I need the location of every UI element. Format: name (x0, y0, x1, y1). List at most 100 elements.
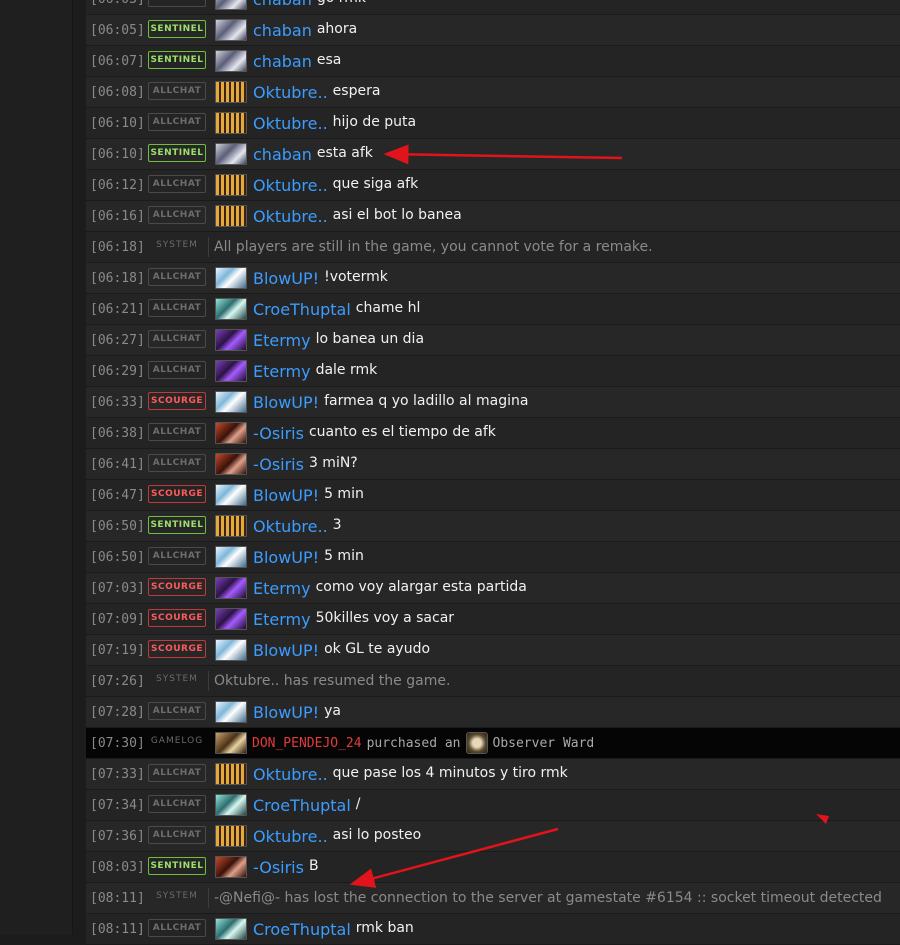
player-name[interactable]: Oktubre.. (253, 83, 328, 102)
channel-badge: ALLCHAT (148, 82, 206, 100)
chat-message: chame hl (355, 299, 421, 316)
hero-avatar-icon[interactable] (215, 50, 247, 72)
player-name[interactable]: Etermy (253, 331, 311, 350)
channel-badge: ALLCHAT (148, 206, 206, 224)
channel-badge: SCOURGE (148, 609, 206, 627)
hero-avatar-icon[interactable] (215, 918, 247, 940)
hero-avatar-icon[interactable] (215, 112, 247, 134)
player-name[interactable]: Etermy (253, 610, 311, 629)
player-name[interactable]: CroeThuptal (253, 796, 351, 815)
hero-avatar-icon[interactable] (215, 856, 247, 878)
hero-avatar-icon[interactable] (215, 205, 247, 227)
system-message: -@Nefi@- has lost the connection to the … (214, 890, 882, 906)
player-name[interactable]: CroeThuptal (253, 300, 351, 319)
player-name[interactable]: DON_PENDEJO_24 (252, 736, 362, 751)
chat-message: como voy alargar esta partida (315, 578, 527, 595)
hero-avatar-icon[interactable] (215, 174, 247, 196)
player-name[interactable]: chaban (253, 21, 312, 40)
player-name[interactable]: Etermy (253, 362, 311, 381)
hero-avatar-icon[interactable] (215, 608, 247, 630)
player-name[interactable]: Oktubre.. (253, 114, 328, 133)
player-name[interactable]: BlowUP! (253, 641, 319, 660)
chat-content: Oktubre.. asi lo posteo (253, 827, 421, 846)
player-name[interactable]: Oktubre.. (253, 207, 328, 226)
chat-row: [06:08] ALLCHAT Oktubre.. espera (86, 77, 900, 108)
hero-avatar-icon[interactable] (215, 484, 247, 506)
chat-row: [07:09] SCOURGE Etermy 50killes voy a sacar (86, 604, 900, 635)
chat-row: [08:03] SENTINEL -Osiris B (86, 852, 900, 883)
chat-row: [06:05] SENTINEL chaban ahora (86, 15, 900, 46)
hero-avatar-icon[interactable] (215, 329, 247, 351)
player-name[interactable]: BlowUP! (253, 486, 319, 505)
channel-badge: ALLCHAT (148, 454, 206, 472)
chat-row: [07:03] SCOURGE Etermy como voy alargar est… (86, 573, 900, 604)
player-name[interactable]: -Osiris (253, 455, 304, 474)
hero-avatar-icon[interactable] (215, 143, 247, 165)
chat-row: [07:33] ALLCHAT Oktubre.. que pase los 4 mi… (86, 759, 900, 790)
hero-avatar-icon[interactable] (215, 360, 247, 382)
hero-avatar-icon[interactable] (215, 515, 247, 537)
chat-row: [06:50] SENTINEL Oktubre.. 3 (86, 511, 900, 542)
player-name[interactable]: chaban (253, 0, 312, 9)
hero-avatar-icon[interactable] (215, 763, 247, 785)
timestamp: [06:27] (90, 332, 145, 348)
hero-avatar-icon[interactable] (215, 577, 247, 599)
channel-badge: ALLCHAT (148, 330, 206, 348)
timestamp: [07:28] (90, 704, 145, 720)
chat-message: B (308, 857, 319, 874)
hero-avatar-icon[interactable] (215, 546, 247, 568)
hero-avatar-icon[interactable] (215, 267, 247, 289)
hero-avatar-icon[interactable] (215, 453, 247, 475)
hero-avatar-icon[interactable] (215, 391, 247, 413)
timestamp: [07:30] (90, 735, 145, 751)
player-name[interactable]: Etermy (253, 579, 311, 598)
chat-row: [06:03]ALLCHAT chaban go rmk (86, 0, 900, 15)
gamelog-row: [07:30] GAMELOG DON_PENDEJO_24 purchased an… (86, 728, 900, 759)
chat-message: lo banea un dia (315, 330, 425, 347)
chat-content: Oktubre.. espera (253, 83, 380, 102)
player-name[interactable]: Oktubre.. (253, 765, 328, 784)
player-name[interactable]: chaban (253, 52, 312, 71)
player-name[interactable]: chaban (253, 145, 312, 164)
hero-avatar-icon[interactable] (215, 422, 247, 444)
timestamp: [07:26] (90, 673, 145, 689)
chat-content: BlowUP! ok GL te ayudo (253, 641, 430, 660)
hero-avatar-icon[interactable] (215, 732, 247, 754)
system-row: [06:18] SYSTEM All players are still in th… (86, 232, 900, 263)
chat-message: farmea q yo ladillo al magina (324, 392, 529, 409)
player-name[interactable]: Oktubre.. (253, 827, 328, 846)
hero-avatar-icon[interactable] (215, 81, 247, 103)
player-name[interactable]: CroeThuptal (253, 920, 351, 939)
chat-row: [06:21] ALLCHAT CroeThuptal chame hl (86, 294, 900, 325)
hero-avatar-icon[interactable] (215, 0, 247, 10)
player-name[interactable]: BlowUP! (253, 393, 319, 412)
hero-avatar-icon[interactable] (215, 19, 247, 41)
channel-badge: ALLCHAT (148, 0, 206, 7)
timestamp: [06:21] (90, 301, 145, 317)
player-name[interactable]: -Osiris (253, 858, 304, 877)
channel-badge: SENTINEL (148, 857, 206, 875)
channel-badge: SYSTEM (156, 240, 198, 250)
channel-badge: ALLCHAT (148, 795, 206, 813)
player-name[interactable]: BlowUP! (253, 703, 319, 722)
player-name[interactable]: BlowUP! (253, 548, 319, 567)
channel-badge: ALLCHAT (148, 826, 206, 844)
chat-message: rmk ban (355, 919, 414, 936)
hero-avatar-icon[interactable] (215, 825, 247, 847)
player-name[interactable]: Oktubre.. (253, 517, 328, 536)
timestamp: [07:36] (90, 828, 145, 844)
timestamp: [06:08] (90, 84, 145, 100)
player-name[interactable]: -Osiris (253, 424, 304, 443)
gamelog-entry: DON_PENDEJO_24 purchased an Observer Ward (215, 732, 594, 754)
chat-content: chaban esta afk (253, 145, 373, 164)
hero-avatar-icon[interactable] (215, 701, 247, 723)
player-name[interactable]: Oktubre.. (253, 176, 328, 195)
player-name[interactable]: BlowUP! (253, 269, 319, 288)
timestamp: [06:16] (90, 208, 145, 224)
chat-content: -Osiris 3 miN? (253, 455, 358, 474)
hero-avatar-icon[interactable] (215, 298, 247, 320)
hero-avatar-icon[interactable] (215, 639, 247, 661)
timestamp: [08:11] (90, 890, 145, 906)
hero-avatar-icon[interactable] (215, 794, 247, 816)
chat-message: que pase los 4 minutos y tiro rmk (332, 764, 568, 781)
